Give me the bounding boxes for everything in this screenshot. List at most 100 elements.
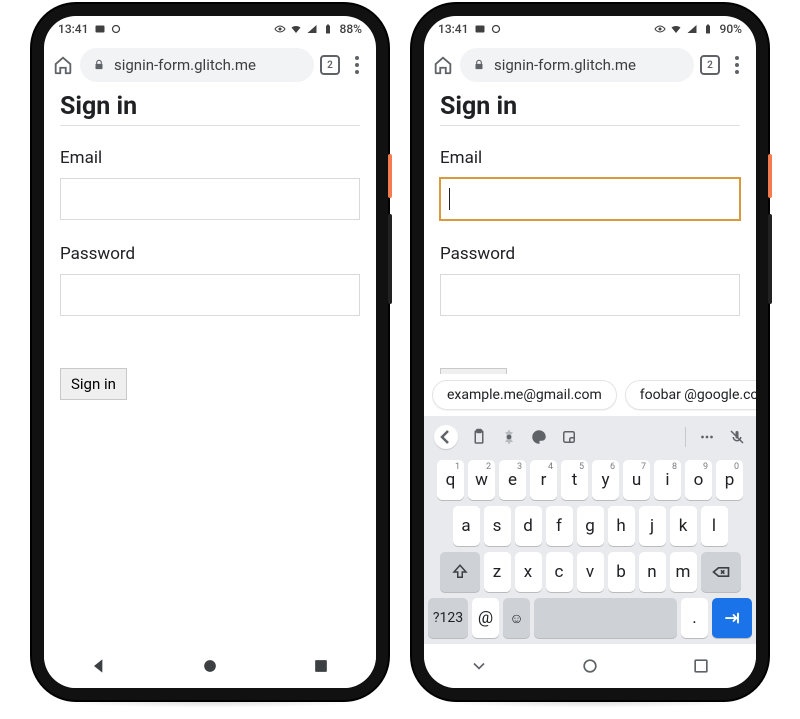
battery-icon xyxy=(322,23,334,35)
key-j[interactable]: j xyxy=(639,506,666,546)
phone-left: 13:41 88% signin-form.glitch.me xyxy=(32,4,388,700)
key-v[interactable]: v xyxy=(577,552,604,592)
tabs-button[interactable]: 2 xyxy=(700,55,720,75)
backspace-key[interactable] xyxy=(701,552,741,592)
home-icon[interactable] xyxy=(52,54,74,76)
period-key[interactable]: . xyxy=(681,598,708,638)
status-time: 13:41 xyxy=(438,22,468,36)
email-field[interactable] xyxy=(60,178,360,220)
key-h[interactable]: h xyxy=(608,506,635,546)
key-e[interactable]: e3 xyxy=(499,460,526,500)
key-n[interactable]: n xyxy=(639,552,666,592)
status-time: 13:41 xyxy=(58,22,88,36)
key-g[interactable]: g xyxy=(577,506,604,546)
key-u[interactable]: u7 xyxy=(623,460,650,500)
signal-icon xyxy=(686,23,698,35)
palette-icon[interactable] xyxy=(530,428,548,446)
android-navbar xyxy=(44,644,376,688)
status-bar: 13:41 88% xyxy=(44,16,376,42)
home-icon[interactable] xyxy=(432,54,454,76)
text-cursor xyxy=(449,188,450,210)
at-key[interactable]: @ xyxy=(472,598,499,638)
nav-recents-icon[interactable] xyxy=(691,656,711,676)
wifi-icon xyxy=(670,23,682,35)
more-icon[interactable] xyxy=(698,428,716,446)
key-b[interactable]: b xyxy=(608,552,635,592)
sync-icon xyxy=(110,23,122,35)
key-o[interactable]: o9 xyxy=(685,460,712,500)
key-l[interactable]: l xyxy=(701,506,728,546)
url-bar[interactable]: signin-form.glitch.me xyxy=(80,48,314,82)
battery-icon xyxy=(702,23,714,35)
screen-right: 13:41 90% signin-form.glitch.me xyxy=(424,16,756,688)
email-label: Email xyxy=(440,148,740,168)
volume-button xyxy=(388,214,392,304)
nav-back-icon[interactable] xyxy=(469,656,489,676)
screen-left: 13:41 88% signin-form.glitch.me xyxy=(44,16,376,688)
menu-button[interactable] xyxy=(346,56,368,74)
key-r[interactable]: r4 xyxy=(530,460,557,500)
key-z[interactable]: z xyxy=(484,552,511,592)
key-p[interactable]: p0 xyxy=(716,460,743,500)
page-title: Sign in xyxy=(440,92,740,126)
sticker-icon[interactable] xyxy=(560,428,578,446)
message-icon xyxy=(474,23,486,35)
keyboard-row-3: zxcvbnm xyxy=(428,552,752,592)
browser-toolbar: signin-form.glitch.me 2 xyxy=(424,42,756,88)
key-x[interactable]: x xyxy=(515,552,542,592)
nav-home-icon[interactable] xyxy=(200,656,220,676)
key-w[interactable]: w2 xyxy=(468,460,495,500)
key-f[interactable]: f xyxy=(546,506,573,546)
key-m[interactable]: m xyxy=(670,552,697,592)
nav-back-icon[interactable] xyxy=(89,656,109,676)
password-label: Password xyxy=(440,244,740,264)
key-q[interactable]: q1 xyxy=(437,460,464,500)
url-bar[interactable]: signin-form.glitch.me xyxy=(460,48,694,82)
soft-keyboard: q1w2e3r4t5y6u7i8o9p0 asdfghjkl zxcvbnm ?… xyxy=(424,416,756,644)
gear-icon[interactable] xyxy=(500,428,518,446)
tabs-button[interactable]: 2 xyxy=(320,55,340,75)
autofill-chip[interactable]: foobar @google.co xyxy=(625,380,756,410)
emoji-key[interactable]: ☺ xyxy=(503,598,530,638)
password-field[interactable] xyxy=(60,274,360,316)
keyboard-row-1: q1w2e3r4t5y6u7i8o9p0 xyxy=(428,460,752,500)
key-c[interactable]: c xyxy=(546,552,573,592)
page-content: Sign in Email Password Sign in xyxy=(44,88,376,644)
signin-button[interactable]: Sign in xyxy=(60,368,127,400)
browser-toolbar: signin-form.glitch.me 2 xyxy=(44,42,376,88)
autofill-suggestions: example.me@gmail.com foobar @google.co xyxy=(424,374,756,416)
enter-key[interactable] xyxy=(712,598,752,638)
clipboard-icon[interactable] xyxy=(470,428,488,446)
key-a[interactable]: a xyxy=(453,506,480,546)
power-button xyxy=(388,154,392,198)
password-field[interactable] xyxy=(440,274,740,316)
email-field[interactable] xyxy=(440,178,740,220)
signal-icon xyxy=(306,23,318,35)
key-i[interactable]: i8 xyxy=(654,460,681,500)
message-icon xyxy=(94,23,106,35)
url-text: signin-form.glitch.me xyxy=(114,56,256,74)
key-k[interactable]: k xyxy=(670,506,697,546)
shift-key[interactable] xyxy=(440,552,480,592)
symbols-key[interactable]: ?123 xyxy=(428,598,468,638)
key-y[interactable]: y6 xyxy=(592,460,619,500)
page-title: Sign in xyxy=(60,92,360,126)
battery-percent: 90% xyxy=(720,22,742,36)
chevron-left-icon[interactable] xyxy=(434,425,458,449)
menu-button[interactable] xyxy=(726,56,748,74)
autofill-chip[interactable]: example.me@gmail.com xyxy=(432,380,617,410)
keyboard-toolbar xyxy=(428,420,752,454)
password-label: Password xyxy=(60,244,360,264)
nav-home-icon[interactable] xyxy=(580,656,600,676)
volume-button xyxy=(768,214,772,304)
key-s[interactable]: s xyxy=(484,506,511,546)
battery-percent: 88% xyxy=(340,22,362,36)
nav-recents-icon[interactable] xyxy=(311,656,331,676)
key-t[interactable]: t5 xyxy=(561,460,588,500)
email-label: Email xyxy=(60,148,360,168)
mic-off-icon[interactable] xyxy=(728,428,746,446)
android-navbar xyxy=(424,644,756,688)
keyboard-row-2: asdfghjkl xyxy=(428,506,752,546)
space-key[interactable] xyxy=(534,598,677,638)
key-d[interactable]: d xyxy=(515,506,542,546)
